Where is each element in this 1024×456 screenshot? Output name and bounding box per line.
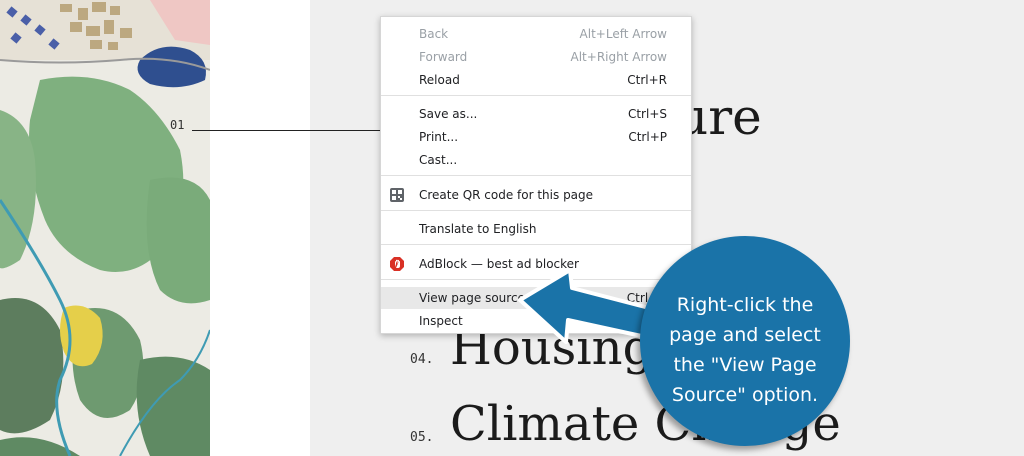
menu-item-shortcut: Alt+Right Arrow bbox=[570, 50, 667, 64]
page-margin bbox=[210, 0, 310, 456]
menu-item-label: Forward bbox=[419, 50, 468, 64]
menu-item-label: Translate to English bbox=[419, 222, 537, 236]
map-illustration bbox=[0, 0, 210, 456]
menu-item-shortcut: Alt+Left Arrow bbox=[579, 27, 667, 41]
menu-item-label: Cast... bbox=[419, 153, 458, 167]
menu-item-shortcut: Ctrl+P bbox=[628, 130, 667, 144]
menu-separator bbox=[381, 244, 691, 245]
menu-item-label: Create QR code for this page bbox=[419, 188, 594, 202]
callout-line: Source" option. bbox=[671, 384, 819, 406]
menu-item-label: Inspect bbox=[419, 314, 463, 328]
heading-number-climate: 05. bbox=[410, 430, 434, 445]
menu-item-shortcut: Ctrl+R bbox=[627, 73, 667, 87]
menu-item-shortcut: Ctrl+S bbox=[627, 107, 667, 121]
callout-line: page and select bbox=[669, 324, 821, 346]
menu-item-create-qr-code[interactable]: Create QR code for this page bbox=[381, 184, 691, 206]
adblock-icon bbox=[390, 257, 404, 271]
menu-item-print[interactable]: Print... Ctrl+P bbox=[381, 126, 691, 148]
menu-separator bbox=[381, 210, 691, 211]
heading-number-housing: 04. bbox=[410, 352, 434, 367]
menu-item-label: Reload bbox=[419, 73, 460, 87]
menu-item-translate[interactable]: Translate to English bbox=[381, 218, 691, 240]
menu-item-save-as[interactable]: Save as... Ctrl+S bbox=[381, 103, 691, 125]
menu-item-label: Save as... bbox=[419, 107, 478, 121]
map-marker-line bbox=[192, 130, 382, 131]
menu-separator bbox=[381, 175, 691, 176]
callout-line: the "View Page bbox=[673, 354, 817, 376]
menu-separator bbox=[381, 95, 691, 96]
callout-line: Right-click the bbox=[676, 294, 814, 316]
menu-item-label: Back bbox=[419, 27, 449, 41]
menu-item-label: Print... bbox=[419, 130, 459, 144]
menu-item-back[interactable]: Back Alt+Left Arrow bbox=[381, 23, 691, 45]
menu-item-cast[interactable]: Cast... bbox=[381, 149, 691, 171]
map-marker-label: 01 bbox=[170, 118, 185, 132]
menu-item-forward[interactable]: Forward Alt+Right Arrow bbox=[381, 46, 691, 68]
callout-text: Right-click the page and select the "Vie… bbox=[650, 290, 840, 410]
qr-code-icon bbox=[390, 188, 404, 202]
menu-item-reload[interactable]: Reload Ctrl+R bbox=[381, 69, 691, 91]
